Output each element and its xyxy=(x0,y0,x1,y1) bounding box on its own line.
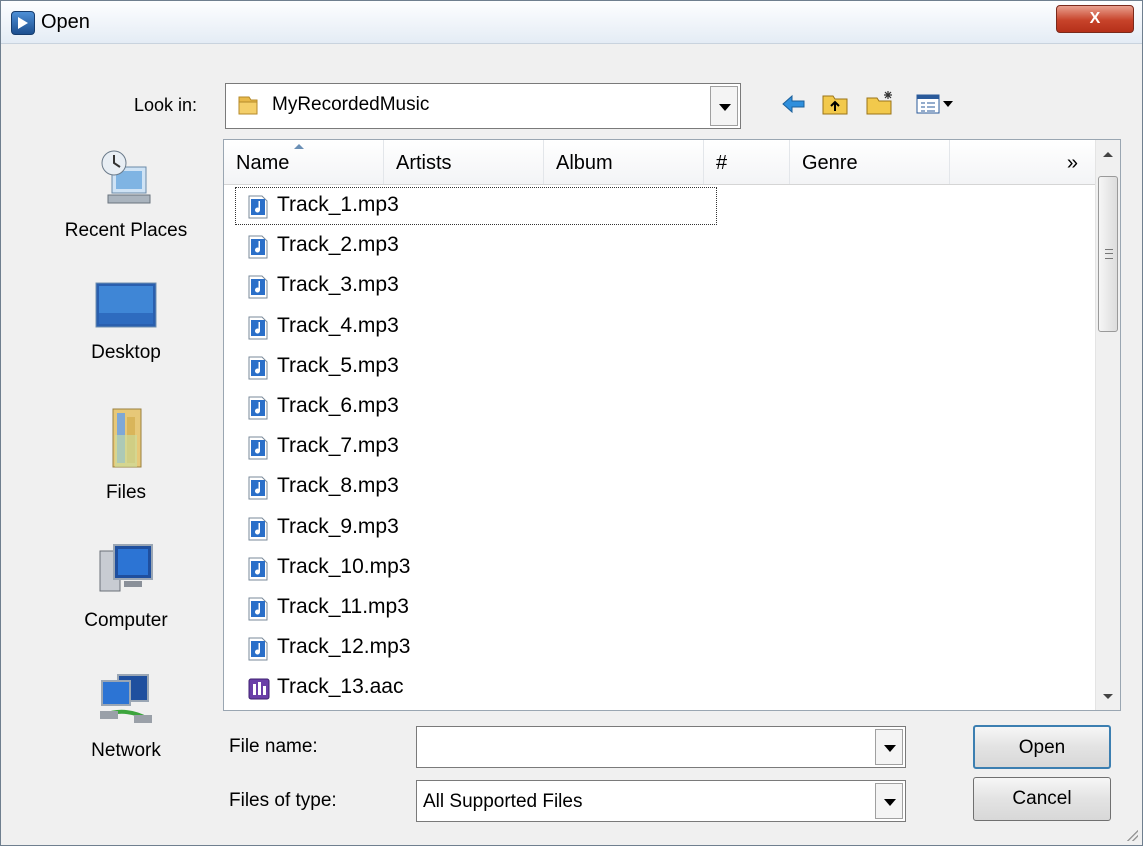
desktop-icon xyxy=(41,281,211,336)
files-of-type-value: All Supported Files xyxy=(423,791,583,812)
music-file-icon xyxy=(248,194,268,219)
file-name: Track_10.mp3 xyxy=(277,554,411,578)
file-name: Track_9.mp3 xyxy=(277,514,399,538)
column-track-number[interactable]: # xyxy=(704,140,790,184)
look-in-label: Look in: xyxy=(134,95,198,115)
look-in-value: MyRecordedMusic xyxy=(272,94,430,115)
file-item[interactable]: Track_7.mp3 xyxy=(234,427,934,467)
chevron-down-icon[interactable] xyxy=(710,86,738,126)
place-label: Recent Places xyxy=(64,220,188,241)
file-name: Track_12.mp3 xyxy=(277,635,411,659)
up-folder-icon[interactable] xyxy=(819,89,853,119)
place-label: Network xyxy=(91,740,161,761)
file-item[interactable]: Track_9.mp3 xyxy=(234,508,934,548)
app-icon xyxy=(11,11,35,35)
music-file-icon xyxy=(248,636,268,661)
music-file-icon xyxy=(248,556,268,581)
file-name: Track_3.mp3 xyxy=(277,273,399,297)
file-item[interactable]: Track_11.mp3 xyxy=(234,588,934,628)
file-rows: Track_1.mp3 Track_2.mp3 Track_3.mp3 Trac… xyxy=(234,186,934,708)
more-columns-button[interactable]: » xyxy=(950,140,1096,184)
file-name: Track_1.mp3 xyxy=(277,193,399,216)
scroll-down-icon[interactable] xyxy=(1096,682,1120,710)
column-name-label: Name xyxy=(236,152,290,174)
file-name: Track_5.mp3 xyxy=(277,353,399,377)
file-item[interactable]: Track_8.mp3 xyxy=(234,467,934,507)
resize-grip-icon[interactable] xyxy=(1124,827,1138,841)
music-file-icon xyxy=(248,395,268,420)
file-item[interactable]: Track_1.mp3 xyxy=(234,186,718,226)
folder-icon xyxy=(236,93,260,117)
column-album[interactable]: Album xyxy=(544,140,704,184)
column-genre[interactable]: Genre xyxy=(790,140,950,184)
file-name-field[interactable] xyxy=(416,726,906,768)
place-label: Desktop xyxy=(91,342,161,363)
files-of-type-label: Files of type: xyxy=(229,790,337,811)
file-name: Track_2.mp3 xyxy=(277,233,399,257)
open-dialog: Open X Look in: MyRecordedMusic Recent P… xyxy=(0,0,1143,846)
place-desktop[interactable]: Desktop xyxy=(41,281,211,364)
file-list[interactable]: Name Artists Album # Genre » Track_1.mp3… xyxy=(223,139,1121,711)
grip-icon xyxy=(1105,249,1113,259)
chevron-down-icon[interactable] xyxy=(875,783,903,819)
place-recent-places[interactable]: Recent Places xyxy=(41,147,211,242)
place-label: Computer xyxy=(84,610,168,631)
file-name: Track_13.aac xyxy=(277,675,404,699)
file-item[interactable]: Track_13.aac xyxy=(234,668,934,708)
place-files[interactable]: Files xyxy=(41,405,211,504)
music-file-icon xyxy=(248,516,268,540)
file-item[interactable]: Track_6.mp3 xyxy=(234,387,934,427)
aac-file-icon xyxy=(248,676,270,700)
places-bar: Recent Places Desktop Files Computer Net… xyxy=(41,141,211,781)
look-in-dropdown[interactable]: MyRecordedMusic xyxy=(225,83,741,129)
file-item[interactable]: Track_5.mp3 xyxy=(234,347,934,387)
files-of-type-dropdown[interactable]: All Supported Files xyxy=(416,780,906,822)
close-button[interactable]: X xyxy=(1056,5,1134,33)
column-header: Name Artists Album # Genre » xyxy=(224,140,1096,185)
place-network[interactable]: Network xyxy=(41,671,211,762)
network-icon xyxy=(41,671,211,734)
title-bar[interactable]: Open X xyxy=(1,1,1142,44)
column-name[interactable]: Name xyxy=(224,140,384,184)
file-name: Track_8.mp3 xyxy=(277,474,399,498)
recent-places-icon xyxy=(41,147,211,214)
file-item[interactable]: Track_4.mp3 xyxy=(234,307,934,347)
file-item[interactable]: Track_10.mp3 xyxy=(234,548,934,588)
back-icon[interactable] xyxy=(777,89,811,119)
computer-icon xyxy=(41,541,211,604)
music-file-icon xyxy=(248,596,268,621)
place-computer[interactable]: Computer xyxy=(41,541,211,632)
file-name: Track_4.mp3 xyxy=(277,313,399,337)
cancel-button[interactable]: Cancel xyxy=(973,777,1111,821)
file-item[interactable]: Track_2.mp3 xyxy=(234,226,934,266)
music-file-icon xyxy=(248,315,268,340)
sort-ascending-icon xyxy=(294,144,304,149)
file-item[interactable]: Track_3.mp3 xyxy=(234,266,934,306)
view-menu-icon[interactable] xyxy=(913,89,963,119)
open-button[interactable]: Open xyxy=(973,725,1111,769)
file-name: Track_11.mp3 xyxy=(277,594,409,618)
files-icon xyxy=(41,405,211,476)
music-file-icon xyxy=(248,355,268,380)
vertical-scrollbar[interactable] xyxy=(1095,140,1120,710)
music-file-icon xyxy=(248,274,268,299)
scroll-up-icon[interactable] xyxy=(1096,140,1120,168)
file-item[interactable]: Track_12.mp3 xyxy=(234,628,934,668)
music-file-icon xyxy=(248,475,268,500)
chevron-down-icon[interactable] xyxy=(875,729,903,765)
file-name: Track_6.mp3 xyxy=(277,393,399,417)
file-name-label: File name: xyxy=(229,736,318,757)
scroll-thumb[interactable] xyxy=(1098,176,1118,332)
place-label: Files xyxy=(105,482,147,503)
music-file-icon xyxy=(248,234,268,259)
column-artists[interactable]: Artists xyxy=(384,140,544,184)
file-name: Track_7.mp3 xyxy=(277,434,399,458)
new-folder-icon[interactable] xyxy=(863,89,897,119)
music-file-icon xyxy=(248,435,268,460)
window-title: Open xyxy=(41,11,90,33)
